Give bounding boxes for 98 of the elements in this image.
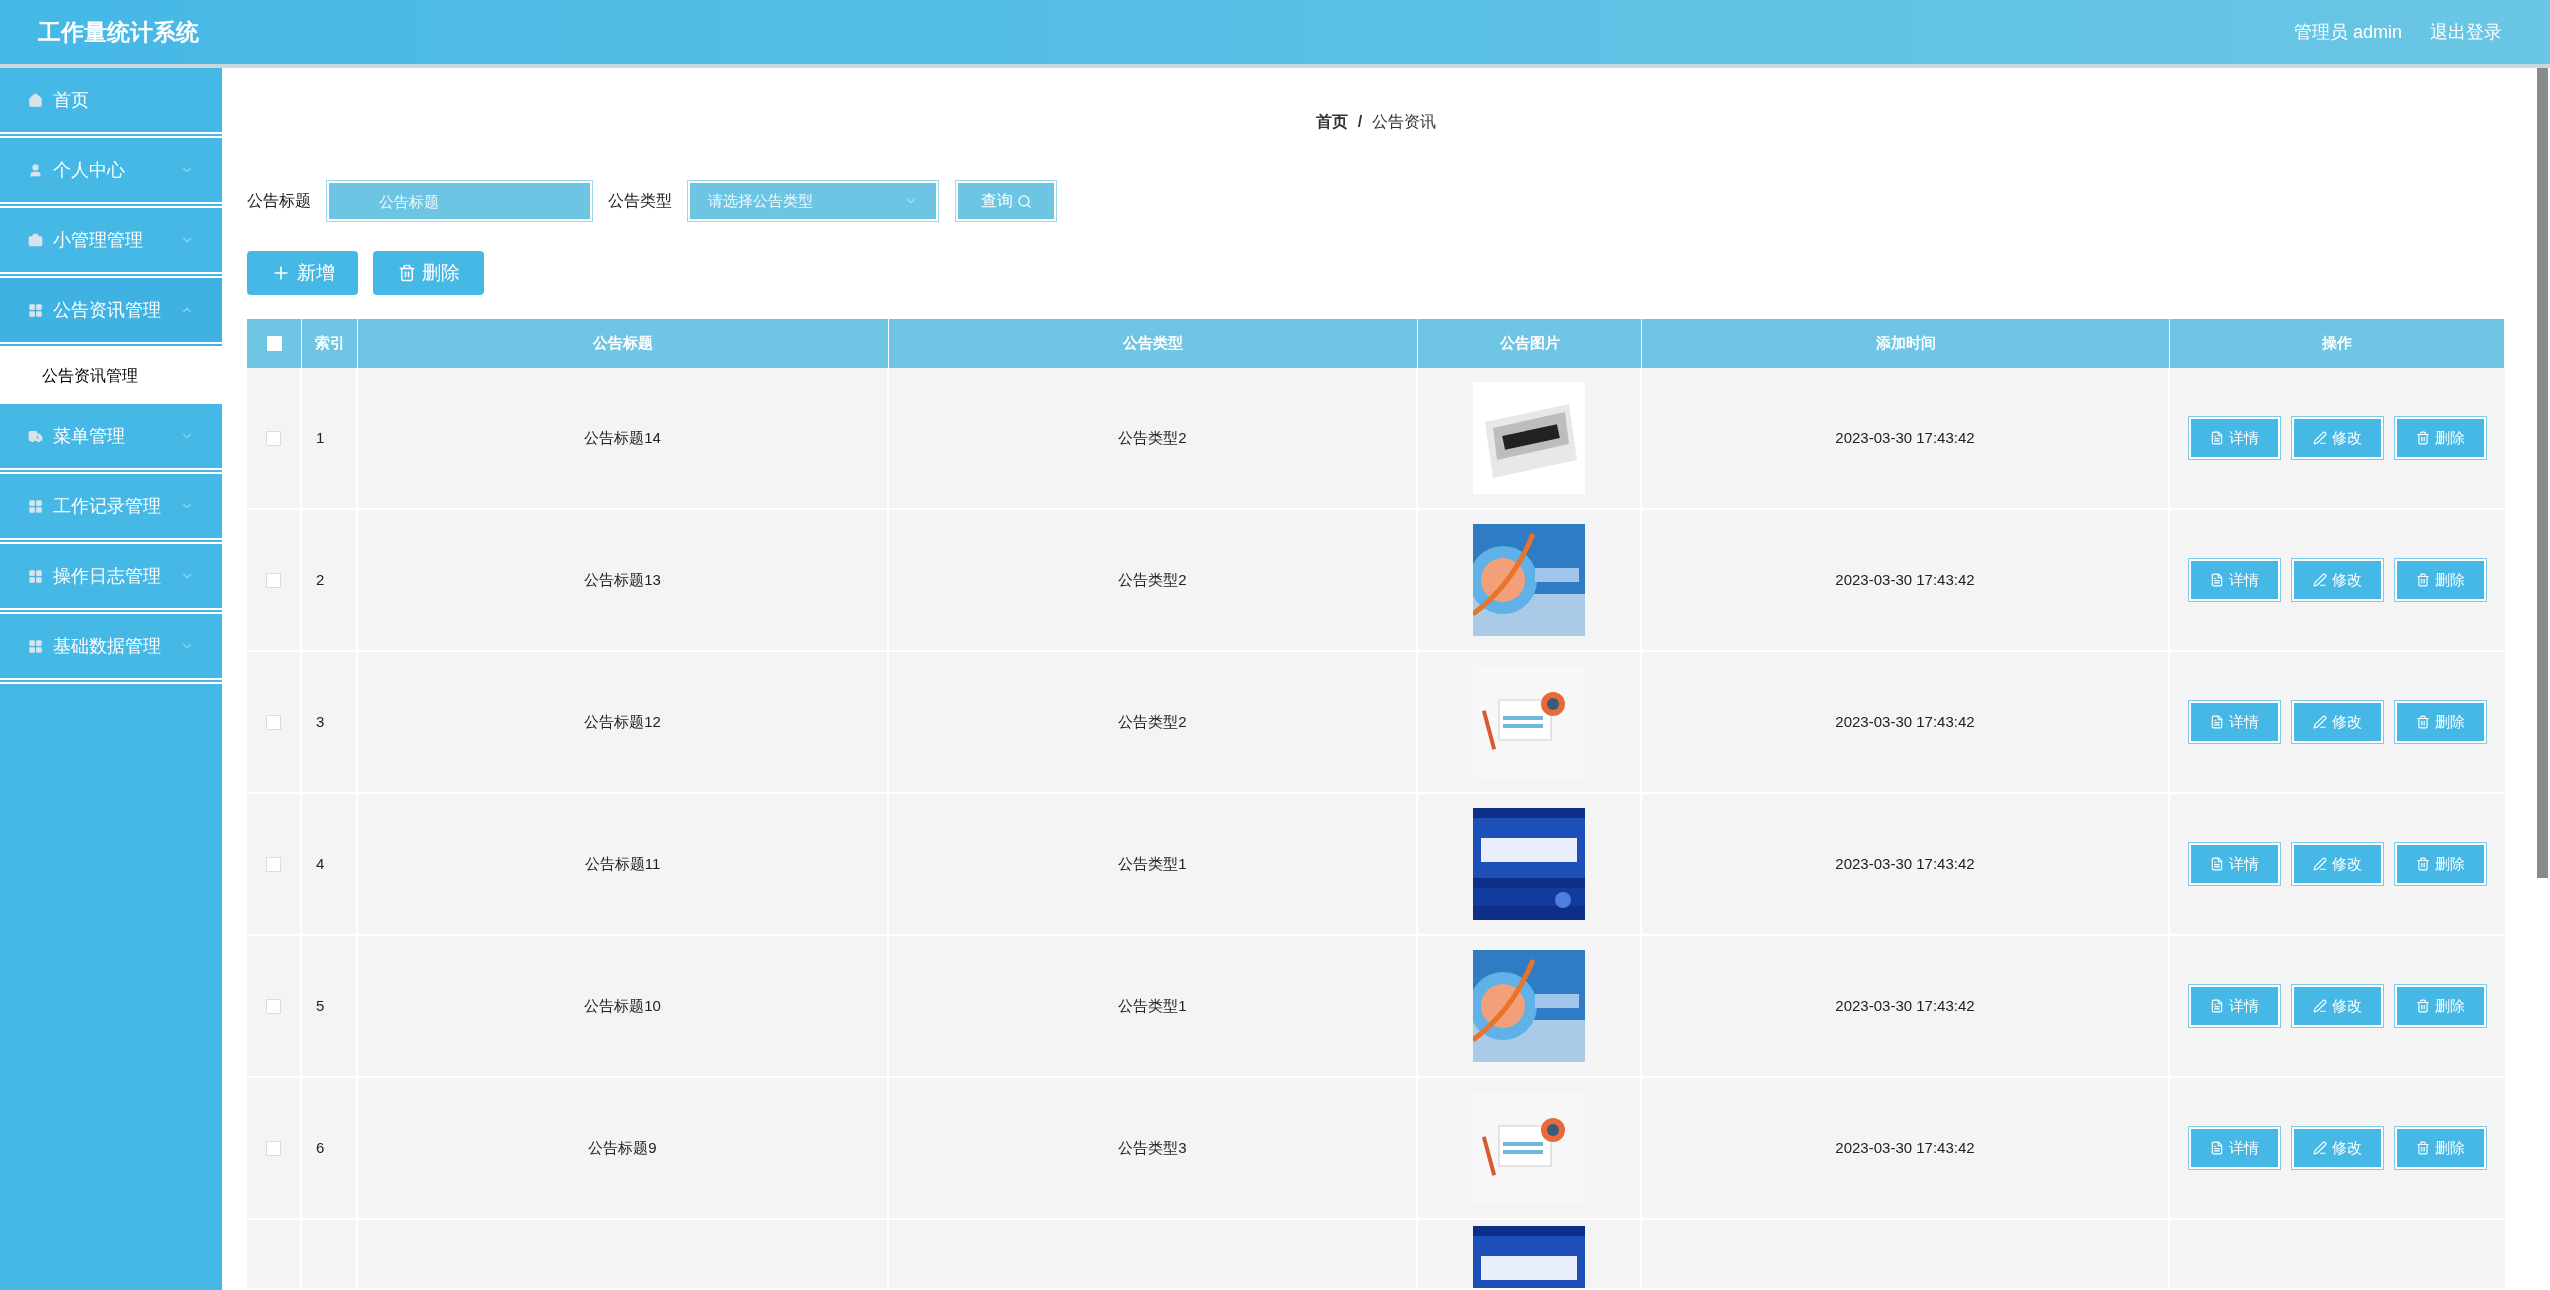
row-checkbox[interactable] bbox=[266, 856, 281, 872]
title-cell-text: 公告标题12 bbox=[584, 711, 661, 732]
submenu-item[interactable]: 公告资讯管理 bbox=[0, 348, 222, 404]
details-button[interactable]: 详情 bbox=[2189, 1127, 2280, 1169]
delete-button[interactable]: 删除 bbox=[2395, 417, 2486, 459]
row-checkbox[interactable] bbox=[266, 430, 281, 446]
index-cell-text: 1 bbox=[316, 427, 325, 448]
pen-icon bbox=[2313, 1141, 2327, 1155]
title-cell-text: 公告标题14 bbox=[584, 427, 661, 448]
select-all-checkbox[interactable] bbox=[266, 336, 282, 351]
app-title: 工作量统计系统 bbox=[38, 17, 199, 47]
trash-icon bbox=[2416, 1141, 2430, 1155]
pen-icon bbox=[2313, 573, 2327, 587]
breadcrumb-separator: / bbox=[1357, 111, 1363, 132]
edit-button[interactable]: 修改 bbox=[2292, 843, 2383, 885]
column-header: 公告标题 bbox=[593, 333, 653, 354]
type-cell-text: 公告类型2 bbox=[1118, 427, 1187, 448]
details-button[interactable]: 详情 bbox=[2189, 843, 2280, 885]
row-checkbox[interactable] bbox=[266, 998, 281, 1014]
document-icon bbox=[2210, 715, 2224, 729]
breadcrumb-item[interactable]: 首页 bbox=[1315, 109, 1348, 134]
pen-icon bbox=[2313, 431, 2327, 445]
delete-button[interactable]: 删除 bbox=[2395, 559, 2486, 601]
delete-button[interactable]: 删除 bbox=[2395, 985, 2486, 1027]
pen-icon bbox=[2313, 857, 2327, 871]
edit-button[interactable]: 修改 bbox=[2292, 559, 2383, 601]
type-cell-text: 公告类型2 bbox=[1118, 569, 1187, 590]
breadcrumb-item: 公告资讯 bbox=[1372, 111, 1437, 132]
column-header: 添加时间 bbox=[1875, 333, 1936, 354]
index-cell-text: 4 bbox=[316, 853, 325, 874]
grid-icon bbox=[28, 498, 43, 514]
briefcase-icon bbox=[28, 232, 43, 248]
type-cell-text: 公告类型3 bbox=[1118, 1137, 1187, 1158]
index-cell-text: 2 bbox=[316, 569, 325, 590]
edit-button[interactable]: 修改 bbox=[2292, 985, 2383, 1027]
trash-icon bbox=[2416, 573, 2430, 587]
details-button[interactable]: 详情 bbox=[2189, 559, 2280, 601]
delete-button[interactable]: 删除 bbox=[2395, 1127, 2486, 1169]
index-cell-text: 6 bbox=[316, 1137, 325, 1158]
type-select[interactable]: 请选择公告类型 bbox=[688, 181, 938, 221]
details-button[interactable]: 详情 bbox=[2189, 985, 2280, 1027]
row-checkbox[interactable] bbox=[266, 572, 281, 588]
logout-link[interactable]: 退出登录 bbox=[2430, 18, 2502, 46]
pen-icon bbox=[2313, 999, 2327, 1013]
details-button[interactable]: 详情 bbox=[2189, 701, 2280, 743]
grid-icon bbox=[28, 302, 43, 318]
trash-icon bbox=[2416, 999, 2430, 1013]
edit-button[interactable]: 修改 bbox=[2292, 701, 2383, 743]
details-button[interactable]: 详情 bbox=[2189, 417, 2280, 459]
index-cell-text: 5 bbox=[316, 995, 325, 1016]
delete-button[interactable]: 删除 bbox=[373, 251, 484, 295]
title-input[interactable]: 公告标题 bbox=[327, 181, 592, 221]
add-button[interactable]: 新增 bbox=[247, 251, 358, 295]
title-cell-text: 公告标题13 bbox=[584, 569, 661, 590]
trash-icon bbox=[2416, 857, 2430, 871]
time-cell-text: 2023-03-30 17:43:42 bbox=[1835, 853, 1975, 874]
column-header: 公告类型 bbox=[1123, 333, 1183, 354]
truck-icon bbox=[28, 428, 43, 444]
type-cell-text: 公告类型1 bbox=[1118, 853, 1187, 874]
title-cell-text: 公告标题9 bbox=[588, 1137, 657, 1158]
grid-icon bbox=[28, 638, 43, 654]
document-icon bbox=[2210, 431, 2224, 445]
index-cell-text: 3 bbox=[316, 711, 325, 732]
type-cell-text: 公告类型1 bbox=[1118, 995, 1187, 1016]
time-cell-text: 2023-03-30 17:43:42 bbox=[1835, 1137, 1975, 1158]
delete-button[interactable]: 删除 bbox=[2395, 843, 2486, 885]
search-button[interactable]: 查询 bbox=[956, 181, 1056, 221]
time-cell-text: 2023-03-30 17:43:42 bbox=[1835, 995, 1975, 1016]
document-icon bbox=[2210, 573, 2224, 587]
title-cell-text: 公告标题11 bbox=[584, 853, 661, 874]
column-header: 公告图片 bbox=[1499, 333, 1560, 354]
user-icon bbox=[28, 162, 43, 178]
title-cell-text: 公告标题10 bbox=[584, 995, 661, 1016]
trash-icon bbox=[2416, 715, 2430, 729]
row-checkbox[interactable] bbox=[266, 714, 281, 730]
row-checkbox[interactable] bbox=[266, 1140, 281, 1156]
column-header: 操作 bbox=[2322, 333, 2352, 354]
pen-icon bbox=[2313, 715, 2327, 729]
time-cell-text: 2023-03-30 17:43:42 bbox=[1835, 427, 1975, 448]
document-icon bbox=[2210, 1141, 2224, 1155]
column-header: 索引 bbox=[314, 333, 345, 354]
field-label: 公告标题 bbox=[247, 191, 311, 211]
trash-icon bbox=[397, 264, 416, 282]
document-icon bbox=[2210, 857, 2224, 871]
user-name: 管理员 admin bbox=[2293, 20, 2402, 44]
sidebar-item[interactable]: 公告资讯管理 bbox=[0, 278, 222, 348]
grid-icon bbox=[28, 568, 43, 584]
delete-button[interactable]: 删除 bbox=[2395, 701, 2486, 743]
field-label: 公告类型 bbox=[608, 191, 672, 211]
time-cell-text: 2023-03-30 17:43:42 bbox=[1835, 711, 1975, 732]
edit-button[interactable]: 修改 bbox=[2292, 417, 2383, 459]
home-icon bbox=[28, 92, 43, 108]
document-icon bbox=[2210, 999, 2224, 1013]
type-cell-text: 公告类型2 bbox=[1118, 711, 1187, 732]
trash-icon bbox=[2416, 431, 2430, 445]
time-cell-text: 2023-03-30 17:43:42 bbox=[1835, 569, 1975, 590]
search-icon bbox=[1016, 193, 1032, 209]
edit-button[interactable]: 修改 bbox=[2292, 1127, 2383, 1169]
